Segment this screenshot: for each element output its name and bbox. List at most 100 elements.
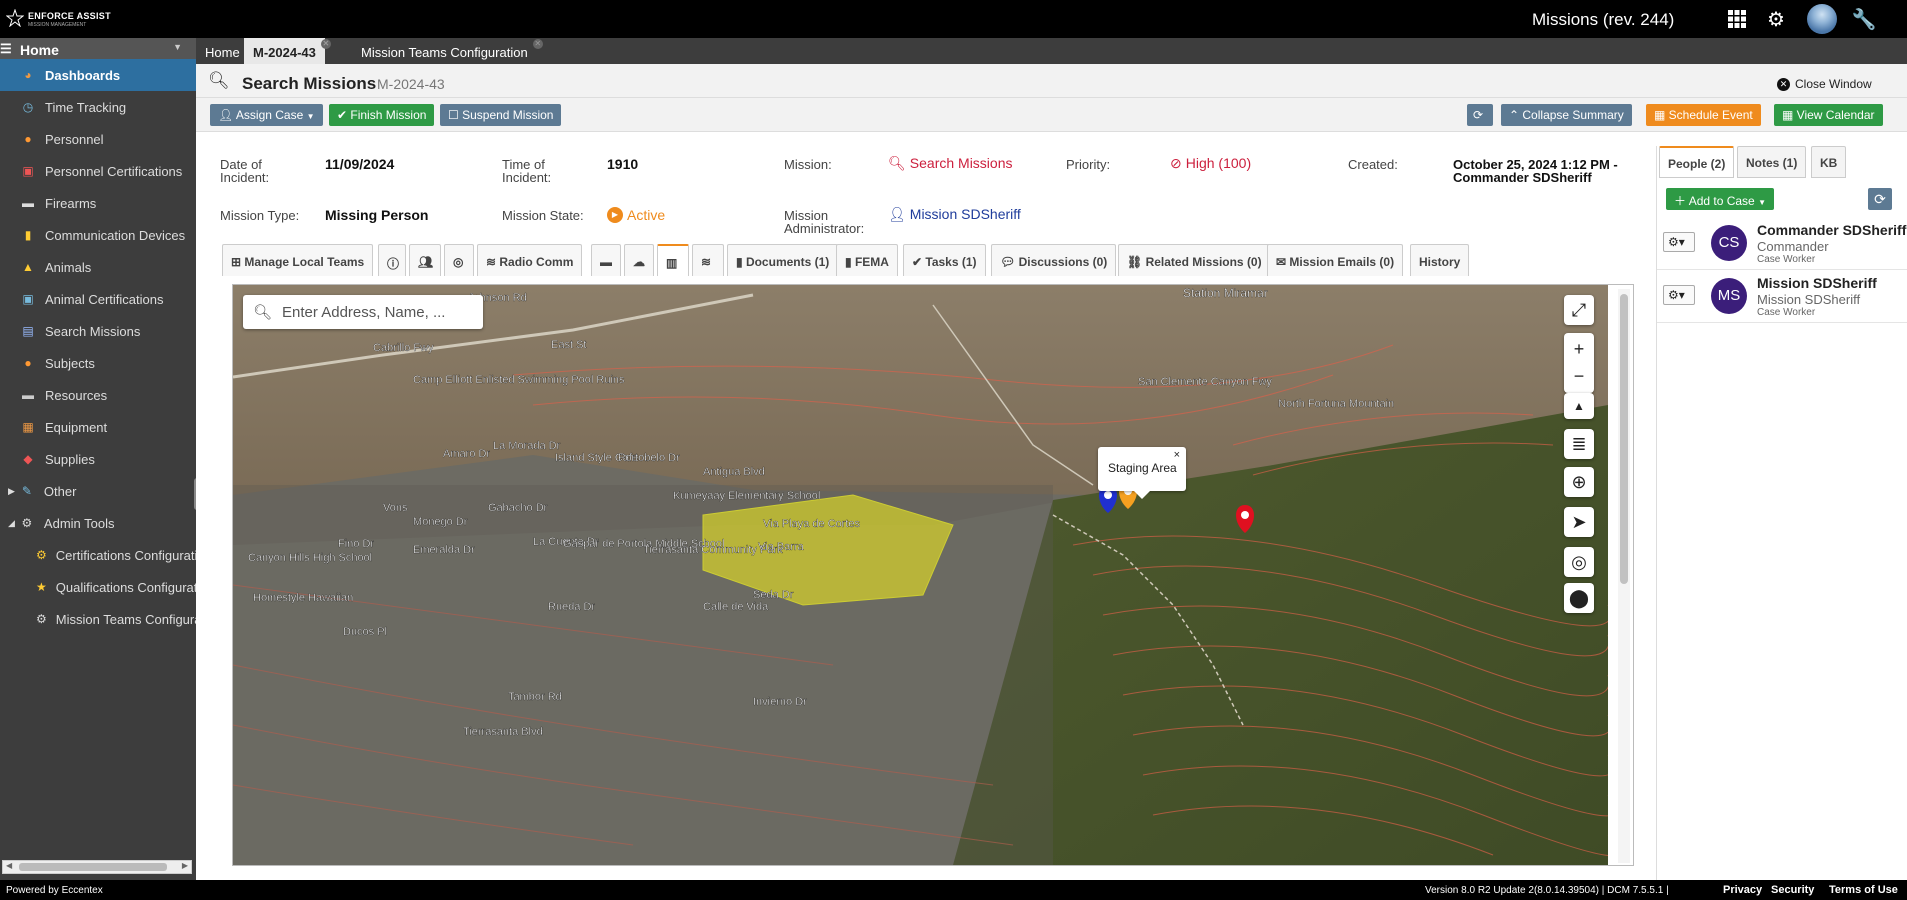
compass-button[interactable]: ▲ bbox=[1564, 393, 1594, 419]
tab-vehicles[interactable]: ▬ bbox=[591, 244, 621, 276]
sidebar-item-supplies[interactable]: ◆ Supplies bbox=[0, 443, 196, 475]
tab-signal[interactable]: ≋ bbox=[692, 244, 724, 276]
user-avatar[interactable] bbox=[1807, 4, 1837, 34]
schedule-event-button[interactable]: ▦ Schedule Event bbox=[1646, 104, 1761, 126]
tab-map[interactable]: ▥ bbox=[657, 244, 689, 276]
tab-info[interactable]: ⓘ bbox=[378, 244, 406, 276]
sidebar-item-personnel-certifications[interactable]: ▣ Personnel Certifications bbox=[0, 155, 196, 187]
tab-manage-local-teams[interactable]: ⊞ Manage Local Teams bbox=[222, 244, 374, 276]
sidebar-item-equipment[interactable]: ▦ Equipment bbox=[0, 411, 196, 443]
close-tab-icon[interactable]: ✕ bbox=[320, 39, 331, 49]
sidebar-item-personnel[interactable]: ● Personnel bbox=[0, 123, 196, 155]
add-marker-button[interactable]: ⬤ bbox=[1564, 583, 1594, 613]
add-to-case-button[interactable]: ＋ Add to Case ▼ bbox=[1666, 188, 1774, 210]
sidebar-item-time-tracking[interactable]: ◷ Time Tracking bbox=[0, 91, 196, 123]
tab-mission-teams-configuration[interactable]: Mission Teams Configuration ✕ bbox=[352, 38, 543, 64]
tab-related-missions[interactable]: ⛓ Related Missions (0) bbox=[1118, 244, 1271, 276]
map-container[interactable]: Station Miramar Johnson Rd Cabrillo Fwy Eas… bbox=[232, 284, 1634, 866]
tab-notes[interactable]: Notes (1) bbox=[1737, 146, 1807, 178]
tab-group[interactable]: 👥︎ bbox=[409, 244, 441, 276]
caret-right-icon[interactable]: ▶ bbox=[8, 486, 15, 497]
sidebar-item-firearms[interactable]: ▬ Firearms bbox=[0, 187, 196, 219]
person-actions-button[interactable]: ⚙▾ bbox=[1663, 232, 1695, 252]
map-label: North Fortuna Mountain bbox=[1278, 398, 1394, 410]
tab-tasks[interactable]: ✔ Tasks (1) bbox=[903, 244, 986, 276]
caret-open-icon[interactable]: ◢ bbox=[8, 518, 15, 529]
refresh-button[interactable]: ⟳ bbox=[1467, 104, 1493, 126]
security-link[interactable]: Security bbox=[1771, 884, 1814, 896]
apps-grid-icon[interactable] bbox=[1724, 6, 1750, 32]
collapse-summary-button[interactable]: ⌃ Collapse Summary bbox=[1501, 104, 1632, 126]
sidebar-item-subjects[interactable]: ● Subjects bbox=[0, 347, 196, 379]
zoom-control[interactable]: + − bbox=[1564, 333, 1594, 393]
terms-link[interactable]: Terms of Use bbox=[1829, 884, 1898, 896]
caret-down-icon[interactable]: ▼ bbox=[173, 42, 182, 52]
layers-button[interactable]: ≣ bbox=[1564, 429, 1594, 459]
tab-documents[interactable]: ▮ Documents (1) bbox=[727, 244, 839, 276]
scroll-right-icon[interactable]: ▶ bbox=[182, 861, 188, 870]
zoom-in-icon[interactable]: + bbox=[1574, 339, 1585, 360]
fullscreen-button[interactable]: ⤢ bbox=[1564, 295, 1594, 325]
refresh-people-button[interactable]: ⟳ bbox=[1868, 188, 1892, 210]
close-icon: ✕ bbox=[1777, 77, 1790, 91]
sidebar-item-resources[interactable]: ▬ Resources bbox=[0, 379, 196, 411]
certificate-icon: ▣ bbox=[22, 292, 34, 306]
tab-people[interactable]: People (2) bbox=[1659, 146, 1735, 178]
map-search-input[interactable]: Enter Address, Name, ... bbox=[282, 304, 445, 321]
locate-target-button[interactable]: ⊕ bbox=[1564, 467, 1594, 497]
sidebar-item-dashboards[interactable]: ◕ Dashboards bbox=[0, 59, 196, 91]
medal-icon: ★ bbox=[36, 580, 47, 594]
privacy-link[interactable]: Privacy bbox=[1723, 884, 1762, 896]
sidebar-item-communication-devices[interactable]: ▮ Communication Devices bbox=[0, 219, 196, 251]
close-icon[interactable]: × bbox=[1174, 449, 1180, 461]
satellite-map[interactable]: Station MiramarJohnson RdCabrillo Fwy Eas… bbox=[233, 285, 1608, 865]
tab-binoculars[interactable]: ◎ bbox=[444, 244, 474, 276]
assign-case-button[interactable]: 👤︎ Assign Case ▼ bbox=[210, 104, 323, 126]
sidebar-scrollbar[interactable]: ◀ ▶ bbox=[2, 860, 192, 874]
person-row[interactable]: ⚙▾ CS Commander SDSheriff Commander Case… bbox=[1657, 218, 1907, 270]
book-icon: ▮ bbox=[845, 255, 855, 269]
person-row[interactable]: ⚙▾ MS Mission SDSheriff Mission SDSherif… bbox=[1657, 271, 1907, 323]
my-location-button[interactable]: ◎ bbox=[1564, 547, 1594, 577]
gear-icon[interactable]: ⚙ bbox=[1763, 6, 1789, 32]
map-label: Emeralda Dr bbox=[413, 544, 475, 556]
scrollbar-thumb[interactable] bbox=[1620, 294, 1628, 584]
wrench-icon[interactable]: 🔧 bbox=[1851, 6, 1877, 32]
hamburger-icon[interactable]: ☰ bbox=[0, 41, 12, 57]
map-label: Cabrillo Fwy bbox=[373, 342, 434, 354]
tab-history[interactable]: History bbox=[1410, 244, 1470, 276]
sidebar-item-search-missions[interactable]: ▤ Search Missions bbox=[0, 315, 196, 347]
app-logo[interactable]: ENFORCE ASSIST MISSION MANAGEMENT bbox=[6, 7, 111, 28]
sidebar-item-qualifications-configuration[interactable]: ★ Qualifications Configuratio bbox=[0, 571, 196, 603]
sidebar-item-admin-tools[interactable]: ◢ ⚙ Admin Tools bbox=[0, 507, 196, 539]
logo-name: ENFORCE ASSIST bbox=[28, 11, 111, 21]
suspend-mission-button[interactable]: ☐ Suspend Mission bbox=[440, 104, 562, 126]
sidebar-item-animal-certifications[interactable]: ▣ Animal Certifications bbox=[0, 283, 196, 315]
sidebar-item-other[interactable]: ▶ ✎ Other bbox=[0, 475, 196, 507]
tab-weather[interactable]: ☁ bbox=[624, 244, 654, 276]
person-actions-button[interactable]: ⚙▾ bbox=[1663, 285, 1695, 305]
sidebar-item-mission-teams-configuration[interactable]: ⚙ Mission Teams Configurat bbox=[0, 603, 196, 635]
sidebar-home[interactable]: ☰ Home ▼ bbox=[0, 38, 196, 59]
finish-mission-button[interactable]: ✔ Finish Mission bbox=[329, 104, 435, 126]
tab-discussions[interactable]: 💬︎ Discussions (0) bbox=[991, 244, 1117, 276]
mission-link[interactable]: 🔍︎ Search Missions bbox=[888, 156, 1012, 170]
close-window-button[interactable]: ✕ Close Window bbox=[1777, 77, 1872, 91]
view-calendar-button[interactable]: ▦ View Calendar bbox=[1774, 104, 1883, 126]
sidebar-item-certifications-configuration[interactable]: ⚙ Certifications Configuratio bbox=[0, 539, 196, 571]
navigate-button[interactable]: ➤ bbox=[1564, 507, 1594, 537]
tab-home[interactable]: Home bbox=[196, 38, 249, 64]
scrollbar-thumb[interactable] bbox=[19, 863, 167, 871]
tab-kb[interactable]: KB bbox=[1811, 146, 1847, 178]
scroll-left-icon[interactable]: ◀ bbox=[6, 861, 12, 870]
zoom-out-icon[interactable]: − bbox=[1574, 366, 1585, 387]
tab-mission[interactable]: M-2024-43 ✕ bbox=[244, 38, 331, 64]
tab-radio-comm[interactable]: ≋ Radio Comm bbox=[477, 244, 583, 276]
tab-mission-emails[interactable]: ✉ Mission Emails (0) bbox=[1267, 244, 1404, 276]
close-tab-icon[interactable]: ✕ bbox=[532, 39, 543, 49]
tab-fema[interactable]: ▮ FEMA bbox=[836, 244, 898, 276]
sidebar-item-animals[interactable]: ▲ Animals bbox=[0, 251, 196, 283]
mission-administrator-link[interactable]: 👤︎ Mission SDSheriff bbox=[888, 207, 1021, 221]
map-search-box[interactable]: 🔍︎ Enter Address, Name, ... bbox=[243, 295, 483, 329]
map-scrollbar[interactable] bbox=[1618, 289, 1630, 863]
